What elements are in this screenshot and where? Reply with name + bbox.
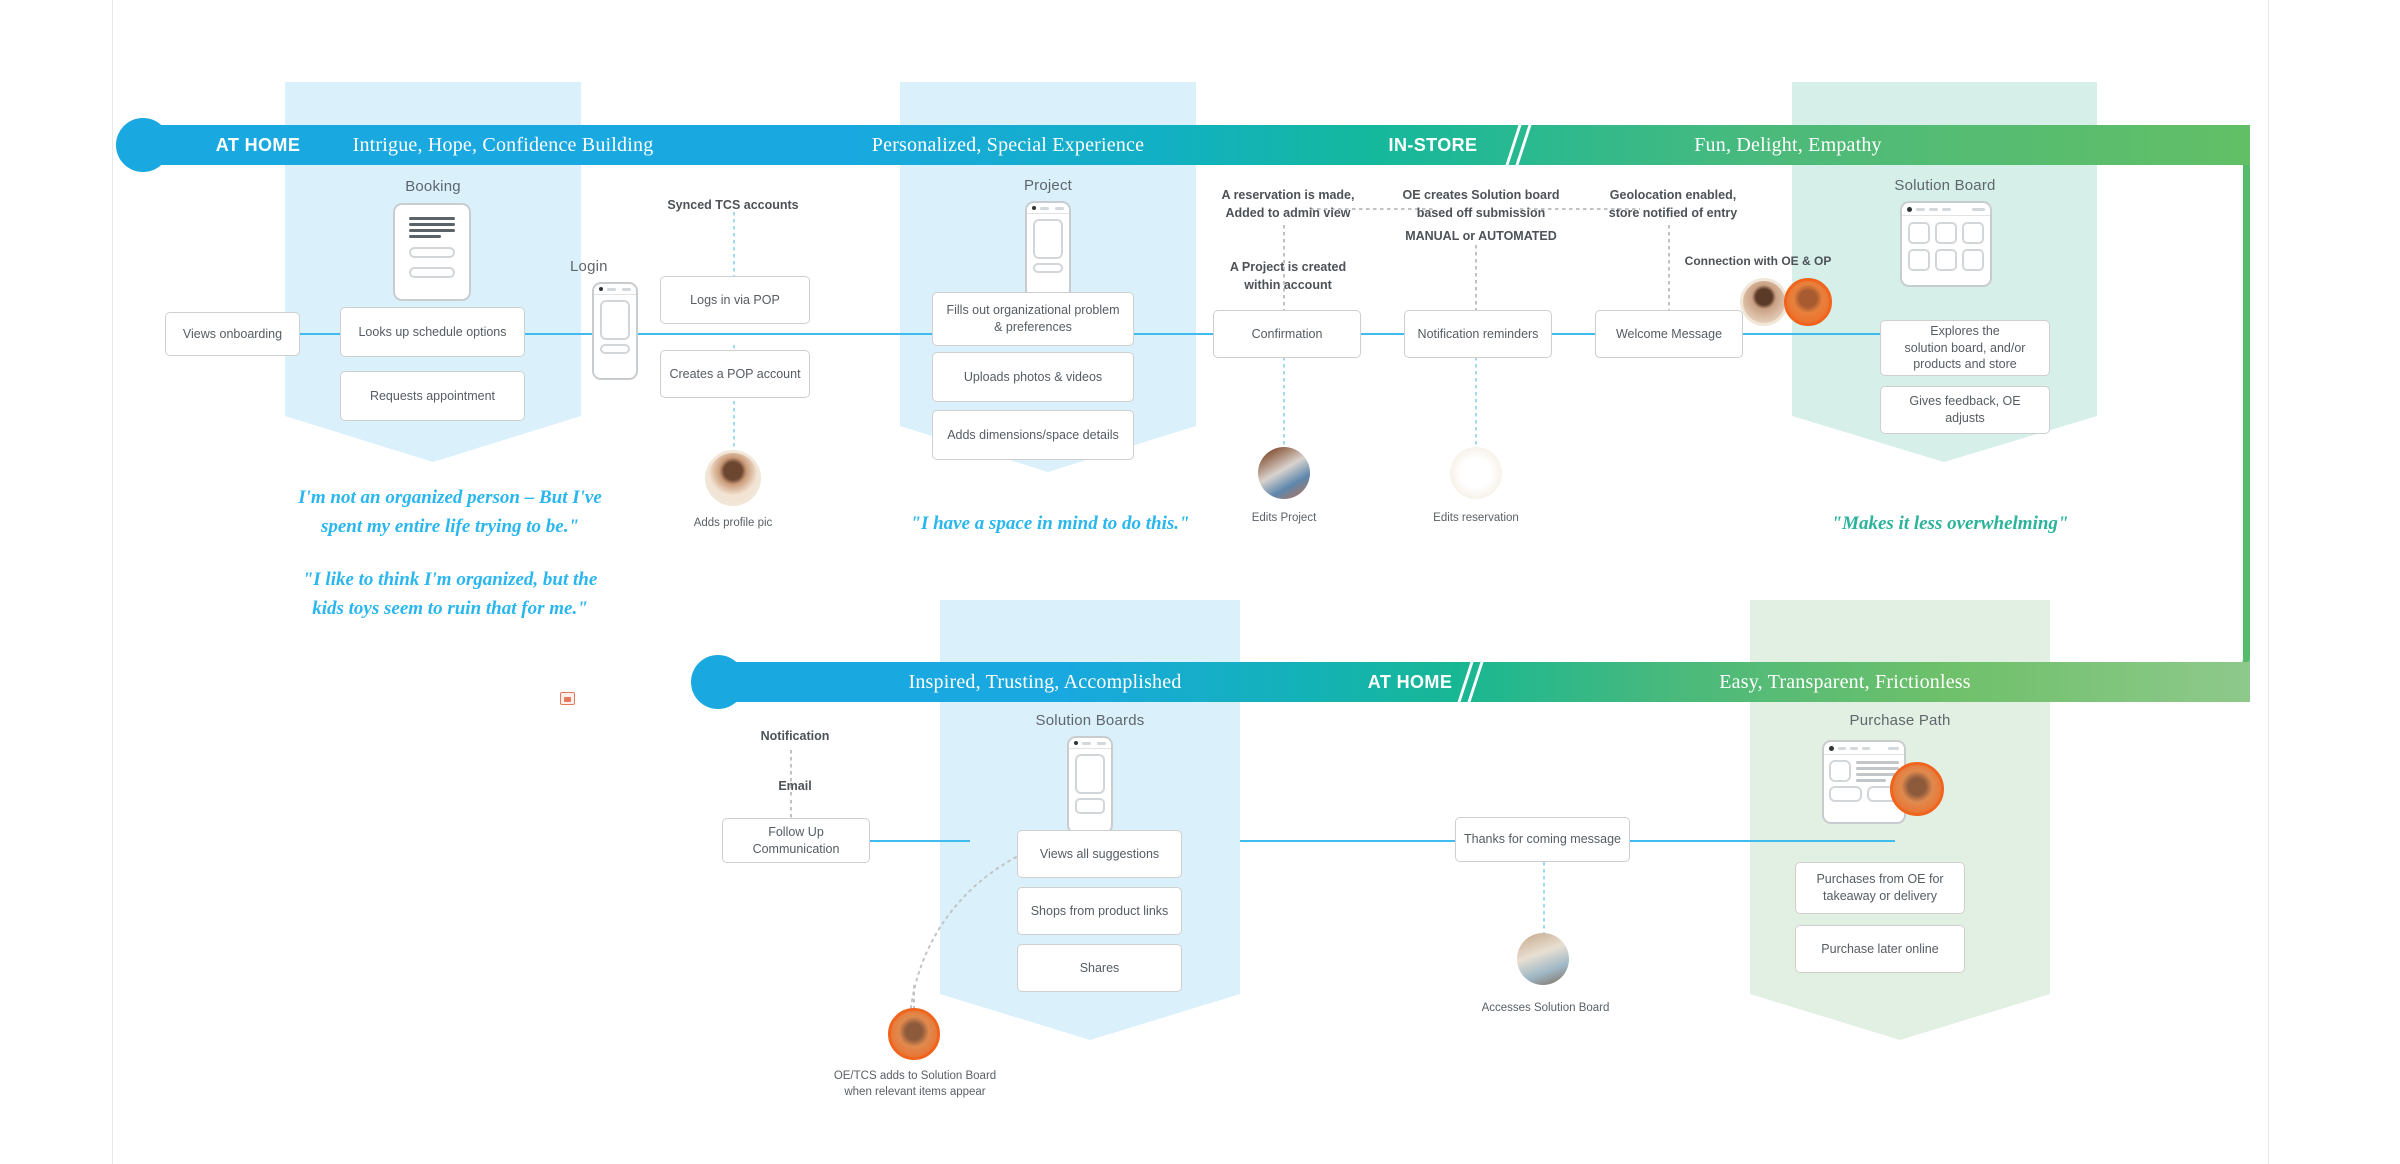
action-box-shops-from-product-links[interactable]: Shops from product links (1017, 887, 1182, 935)
column-title-project: Project (1023, 177, 1073, 194)
dotted-connector-solutionboard (1475, 245, 1477, 310)
avatar-connection-oe (1740, 278, 1788, 326)
action-box-follow-up-communication[interactable]: Follow Up Communication (722, 818, 870, 863)
dotted-connector-confirmation (1283, 350, 1285, 450)
avatar-adds-profile-pic (705, 450, 761, 506)
avatar-oe-tcs-adds (888, 1008, 940, 1060)
action-box-looks-up-schedule[interactable]: Looks up schedule options (340, 307, 525, 357)
journey-banner-top: AT HOME Intrigue, Hope, Confidence Build… (116, 118, 2250, 172)
journey-loop-frame (1900, 125, 2250, 691)
device-login-phone (592, 282, 638, 380)
touchpoint-label-edits-project: Edits Project (1251, 512, 1317, 524)
flow-line-bottom-3 (1630, 840, 1895, 842)
persona-quote-less-overwhelming: "Makes it less overwhelming" (1831, 513, 2069, 534)
persona-quote-kids-toys: "I like to think I'm organized, but the … (302, 569, 598, 619)
action-box-views-all-suggestions[interactable]: Views all suggestions (1017, 830, 1182, 878)
annotation-reservation-made: A reservation is made, Added to admin vi… (1221, 188, 1355, 221)
emotion-label-personalized: Personalized, Special Experience (871, 133, 1145, 156)
emotion-label-easy: Easy, Transparent, Frictionless (1719, 670, 1971, 693)
action-box-uploads-photos[interactable]: Uploads photos & videos (932, 352, 1134, 402)
column-title-purchase-path: Purchase Path (1849, 712, 1951, 729)
dotted-connector-synced (733, 212, 735, 278)
banner-knob-top (116, 118, 170, 172)
action-box-purchases-from-oe[interactable]: Purchases from OE for takeaway or delive… (1795, 862, 1965, 914)
emotion-label-intrigue: Intrigue, Hope, Confidence Building (352, 133, 654, 156)
action-box-fills-out-problem[interactable]: Fills out organizational problem & prefe… (932, 292, 1134, 346)
banner-divider-bottom (1457, 662, 1488, 702)
touchpoint-label-oe-tcs-adds: OE/TCS adds to Solution Board when relev… (833, 1070, 997, 1099)
annotation-project-created: A Project is created within account (1229, 260, 1347, 293)
dotted-connector-notification (1475, 350, 1477, 450)
avatar-edits-project (1258, 447, 1310, 499)
device-solution-boards-phone (1067, 736, 1113, 834)
column-title-booking: Booking (405, 178, 461, 195)
emotion-label-inspired: Inspired, Trusting, Accomplished (908, 670, 1182, 693)
device-project-phone (1025, 201, 1071, 299)
action-box-text: Fills out organizational problem & prefe… (946, 303, 1120, 334)
device-booking-phone (393, 203, 471, 301)
phase-label-at-home-top: AT HOME (215, 134, 301, 155)
annotation-geolocation: Geolocation enabled, store notified of e… (1608, 188, 1738, 221)
annotation-manual-automated: MANUAL or AUTOMATED (1405, 229, 1557, 243)
action-box-welcome-message[interactable]: Welcome Message (1595, 310, 1743, 358)
flow-line-bottom-2 (1240, 840, 1455, 842)
action-box-thanks-for-coming[interactable]: Thanks for coming message (1455, 817, 1630, 862)
dotted-connector-thanks-avatar (1543, 862, 1545, 937)
touchpoint-label-adds-profile-pic: Adds profile pic (693, 517, 773, 529)
touchpoint-label-accesses-solution-board: Accesses Solution Board (1481, 1002, 1610, 1014)
persona-quote-space-in-mind: "I have a space in mind to do this." (910, 513, 1190, 534)
action-box-logs-in-via-pop[interactable]: Logs in via POP (660, 276, 810, 324)
annotation-synced-tcs: Synced TCS accounts (667, 198, 799, 212)
action-box-adds-dimensions[interactable]: Adds dimensions/space details (932, 410, 1134, 460)
journey-map-canvas: AT HOME Intrigue, Hope, Confidence Build… (0, 0, 2400, 1164)
action-box-purchase-later-online[interactable]: Purchase later online (1795, 925, 1965, 973)
column-title-solution-boards: Solution Boards (1035, 712, 1145, 729)
sticker-icon (560, 692, 575, 705)
persona-quote-organized: I'm not an organized person – But I've s… (298, 487, 602, 537)
column-title-login: Login (570, 258, 608, 275)
page-right-edge (2268, 0, 2269, 1164)
column-title-solution-board: Solution Board (1894, 177, 1996, 194)
banner-knob-bottom (691, 655, 745, 709)
page-left-edge (112, 0, 113, 1164)
action-box-shares[interactable]: Shares (1017, 944, 1182, 992)
action-box-creates-pop-account[interactable]: Creates a POP account (660, 350, 810, 398)
annotation-connection-oe-op: Connection with OE & OP (1684, 254, 1832, 268)
action-box-confirmation[interactable]: Confirmation (1213, 310, 1361, 358)
action-box-views-onboarding[interactable]: Views onboarding (165, 312, 300, 356)
annotation-email: Email (778, 779, 812, 793)
action-box-requests-appointment[interactable]: Requests appointment (340, 371, 525, 421)
avatar-connection-op (1784, 278, 1832, 326)
emotion-label-fun: Fun, Delight, Empathy (1694, 133, 1882, 156)
annotation-notification: Notification (760, 729, 830, 743)
action-box-text: Purchases from OE for takeaway or delive… (1816, 872, 1944, 903)
avatar-purchase-path (1890, 762, 1944, 816)
avatar-edits-reservation (1450, 447, 1502, 499)
banner-divider-top (1505, 125, 1536, 165)
avatar-accesses-solution-board (1517, 933, 1569, 985)
action-box-notification-reminders[interactable]: Notification reminders (1404, 310, 1552, 358)
dotted-connector-email-followup (790, 800, 792, 818)
annotation-oe-creates-board: OE creates Solution board based off subm… (1402, 188, 1560, 221)
touchpoint-label-edits-reservation: Edits reservation (1433, 512, 1519, 524)
